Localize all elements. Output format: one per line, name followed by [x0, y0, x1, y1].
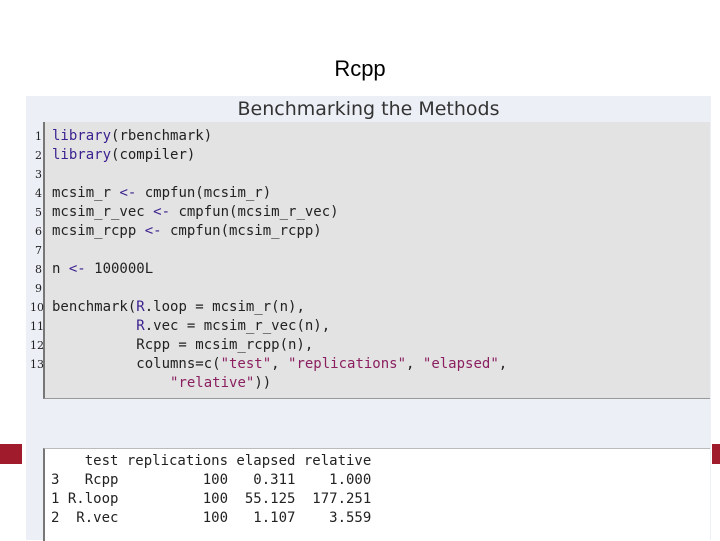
- line-number: 3: [35, 168, 42, 181]
- beamer-frame: Benchmarking the Methods 1 library(rbench…: [26, 96, 711, 541]
- code-text: n <- 100000L: [52, 260, 153, 279]
- code-token: "relative": [170, 375, 255, 391]
- code-text: mcsim_rcpp <- cmpfun(mcsim_rcpp): [52, 222, 322, 241]
- code-token: <-: [153, 204, 171, 220]
- output-line: test replications elapsed relative: [51, 453, 372, 469]
- code-token: (rbenchmark): [111, 128, 213, 144]
- code-text: library(rbenchmark): [52, 127, 212, 146]
- code-token: "replications": [288, 356, 407, 372]
- code-token: ,: [271, 356, 289, 372]
- code-token: columns=c(: [52, 356, 221, 372]
- code-token: "test": [220, 356, 272, 372]
- line-number: 6: [35, 225, 42, 238]
- code-text: benchmark(R.loop = mcsim_r(n),: [52, 298, 305, 317]
- code-token: library: [52, 128, 112, 144]
- code-token: (compiler): [111, 147, 196, 163]
- code-token: .loop = mcsim_r(n),: [144, 299, 305, 315]
- line-number: 13: [30, 358, 44, 371]
- code-token: benchmark(: [52, 299, 137, 315]
- line-number: 2: [35, 149, 42, 162]
- line-number: 1: [35, 130, 42, 143]
- accent-bar-left: [0, 444, 22, 464]
- code-token: 100000L: [85, 261, 154, 277]
- code-token: mcsim_r: [52, 185, 120, 201]
- code-token: ,: [498, 356, 508, 372]
- frame-title: Benchmarking the Methods: [237, 98, 500, 120]
- line-number: 9: [35, 282, 42, 295]
- code-text: mcsim_r_vec <- cmpfun(mcsim_r_vec): [52, 203, 339, 222]
- accent-bar-right: [712, 444, 720, 464]
- code-text: R.vec = mcsim_r_vec(n),: [52, 317, 330, 336]
- code-token: <-: [119, 185, 137, 201]
- code-token: "elapsed": [422, 356, 499, 372]
- output-line: 3 Rcpp 100 0.311 1.000: [51, 472, 372, 488]
- code-token: R: [136, 318, 145, 334]
- code-token: cmpfun(mcsim_rcpp): [161, 223, 322, 239]
- code-token: R: [136, 299, 145, 315]
- line-number: 5: [35, 206, 42, 219]
- line-number: 11: [30, 320, 44, 333]
- console-output: test replications elapsed relative 3 Rcpp…: [43, 448, 710, 541]
- code-token: Rcpp = mcsim_rcpp(n),: [52, 337, 314, 353]
- line-number: 8: [35, 263, 42, 276]
- code-token: )): [254, 375, 272, 391]
- line-number: 4: [35, 187, 42, 200]
- code-text: Rcpp = mcsim_rcpp(n),: [52, 336, 313, 355]
- code-token: <-: [68, 261, 86, 277]
- code-token: <-: [144, 223, 162, 239]
- code-token: cmpfun(mcsim_r_vec): [170, 204, 339, 220]
- output-line: 2 R.vec 100 1.107 3.559: [51, 510, 372, 526]
- code-token: cmpfun(mcsim_r): [136, 185, 272, 201]
- code-token: ,: [406, 356, 423, 372]
- code-text: columns=c("test", "replications", "elaps…: [52, 355, 507, 374]
- line-number: 7: [35, 244, 42, 257]
- code-text: "relative")): [52, 374, 271, 393]
- code-token: n: [52, 261, 69, 277]
- code-text: mcsim_r <- cmpfun(mcsim_r): [52, 184, 271, 203]
- output-line: 1 R.loop 100 55.125 177.251: [51, 491, 372, 507]
- line-number: 10: [30, 301, 44, 314]
- code-token: mcsim_r_vec: [52, 204, 154, 220]
- line-number: 12: [30, 339, 44, 352]
- code-token: mcsim_rcpp: [52, 223, 145, 239]
- slide-title: Rcpp: [334, 56, 386, 81]
- code-token: library: [52, 147, 112, 163]
- code-text: library(compiler): [52, 146, 195, 165]
- code-listing: 1 library(rbenchmark) 2 library(compiler) 3 4…: [30, 122, 710, 399]
- code-token: .vec = mcsim_r_vec(n),: [144, 318, 331, 334]
